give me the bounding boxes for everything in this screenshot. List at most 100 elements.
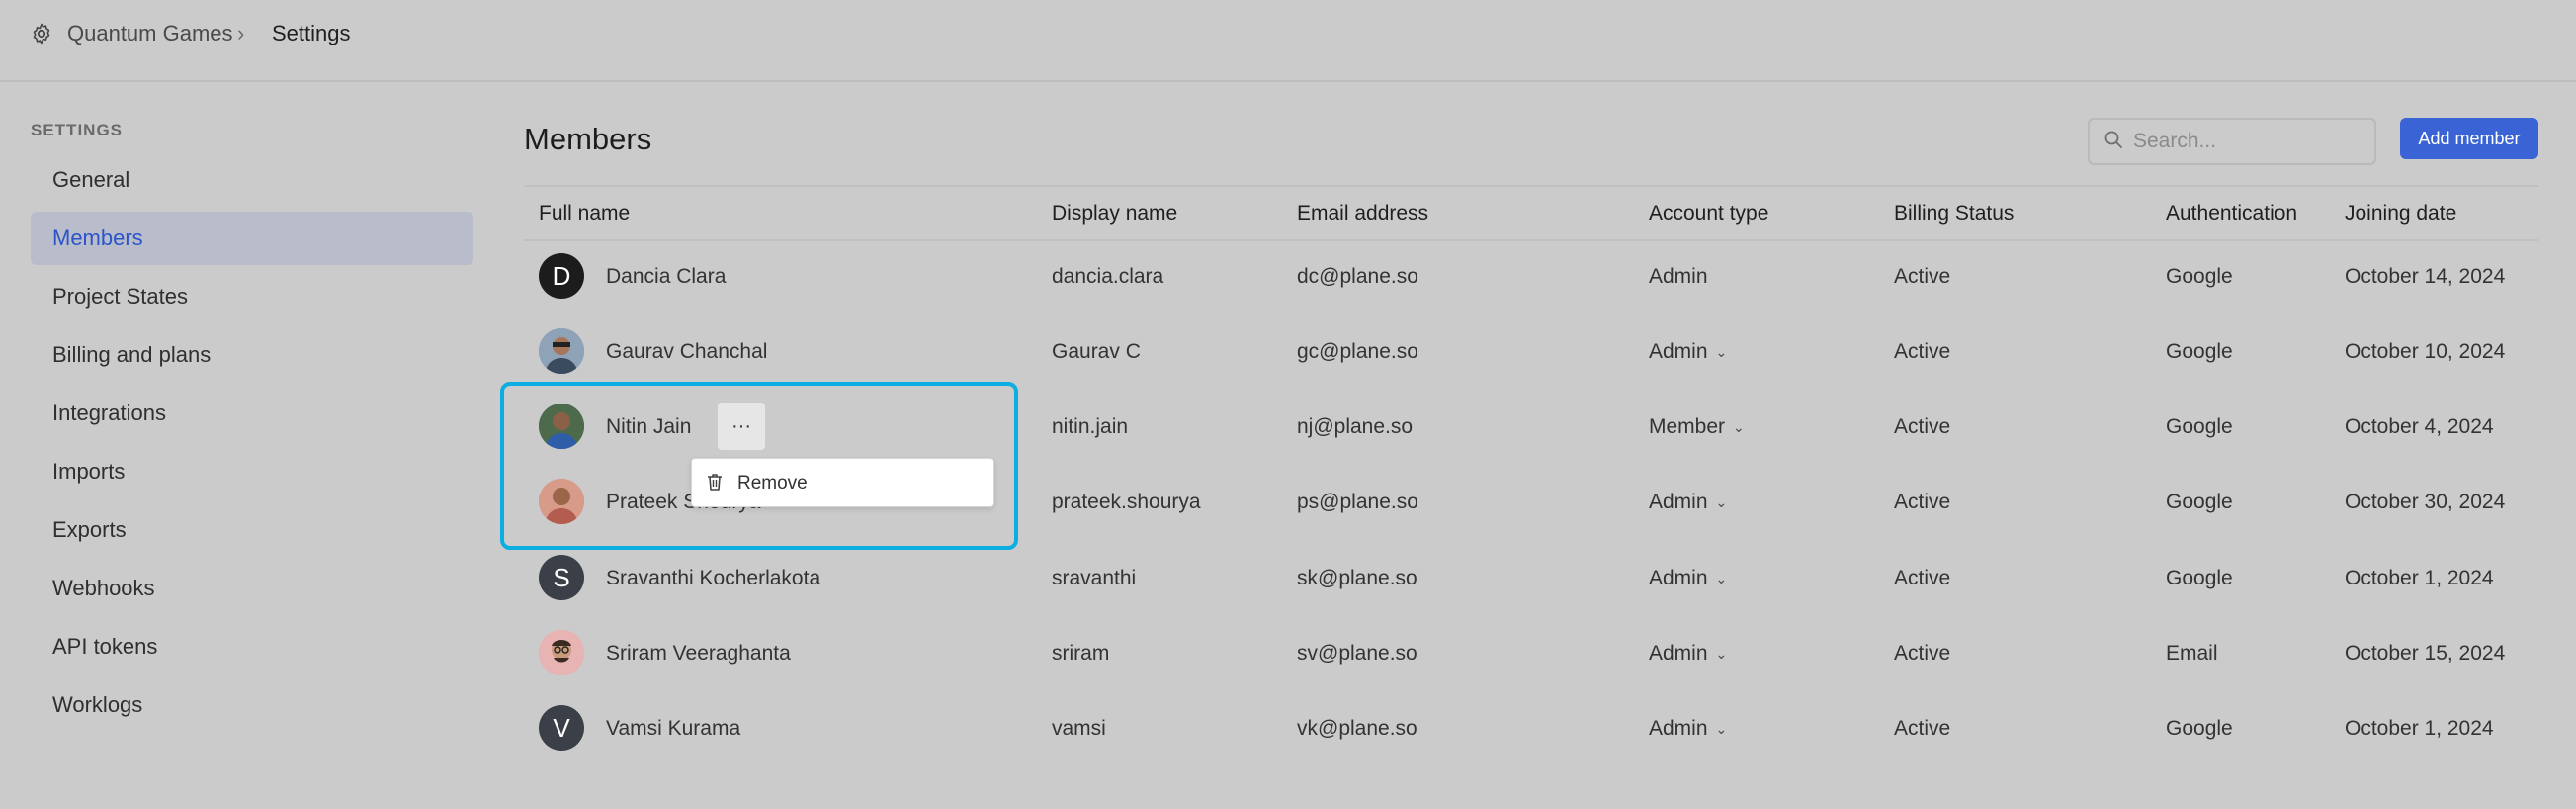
- member-authentication: Google: [2166, 717, 2233, 740]
- member-account-type: Member: [1649, 415, 1726, 438]
- column-header-email[interactable]: Email address: [1297, 202, 1428, 225]
- row-actions-button[interactable]: ···: [718, 403, 765, 450]
- trash-icon: [706, 472, 724, 496]
- divider: [524, 185, 2538, 187]
- chevron-down-icon: ⌄: [1715, 343, 1728, 360]
- member-billing-status: Active: [1894, 265, 1951, 288]
- sidebar-item-project-states[interactable]: Project States: [31, 270, 473, 323]
- chevron-down-icon: ⌄: [1733, 418, 1745, 435]
- sidebar-item-exports[interactable]: Exports: [31, 503, 473, 557]
- sidebar-item-label: Members: [52, 225, 143, 250]
- sidebar-item-integrations[interactable]: Integrations: [31, 387, 473, 440]
- divider: [524, 239, 2538, 241]
- breadcrumb-current-page: Settings: [272, 21, 351, 45]
- column-header-display-name[interactable]: Display name: [1052, 202, 1177, 225]
- member-joining-date: October 4, 2024: [2345, 415, 2494, 438]
- avatar: [539, 630, 584, 675]
- member-email: sv@plane.so: [1297, 642, 1417, 665]
- member-display-name: sriram: [1052, 642, 1110, 665]
- menu-item-label: Remove: [737, 473, 808, 494]
- member-joining-date: October 10, 2024: [2345, 340, 2506, 363]
- sidebar-item-label: Project States: [52, 284, 188, 309]
- search-box[interactable]: [2088, 118, 2376, 165]
- sidebar-item-label: Worklogs: [52, 692, 143, 717]
- page-title: Members: [524, 122, 652, 156]
- member-authentication: Google: [2166, 265, 2233, 288]
- member-display-name: vamsi: [1052, 717, 1106, 740]
- chevron-down-icon: ⌄: [1715, 720, 1728, 737]
- member-billing-status: Active: [1894, 642, 1951, 665]
- search-input[interactable]: [2133, 130, 2361, 153]
- column-header-billing-status[interactable]: Billing Status: [1894, 202, 2014, 225]
- column-header-full-name[interactable]: Full name: [539, 202, 630, 225]
- member-authentication: Google: [2166, 415, 2233, 438]
- sidebar-heading: SETTINGS: [31, 121, 124, 139]
- member-billing-status: Active: [1894, 717, 1951, 740]
- member-display-name: prateek.shourya: [1052, 491, 1201, 513]
- row-actions-menu: Remove: [691, 458, 994, 507]
- sidebar-item-label: General: [52, 167, 130, 192]
- member-authentication: Google: [2166, 567, 2233, 589]
- member-email: sk@plane.so: [1297, 567, 1417, 589]
- sidebar-item-general[interactable]: General: [31, 153, 473, 207]
- member-account-type: Admin: [1649, 642, 1708, 665]
- member-joining-date: October 30, 2024: [2345, 491, 2506, 513]
- sidebar-item-label: API tokens: [52, 634, 158, 659]
- sidebar-item-members[interactable]: Members: [31, 212, 473, 265]
- member-display-name: nitin.jain: [1052, 415, 1129, 438]
- member-joining-date: October 1, 2024: [2345, 567, 2494, 589]
- member-account-type: Admin: [1649, 567, 1708, 589]
- member-authentication: Google: [2166, 491, 2233, 513]
- member-full-name: Vamsi Kurama: [606, 717, 741, 740]
- account-type-dropdown[interactable]: Admin ⌄: [1649, 340, 1727, 364]
- chevron-right-icon: ›: [237, 21, 245, 45]
- top-bar: Quantum Games › Settings: [0, 0, 2576, 82]
- avatar: D: [539, 253, 584, 299]
- member-joining-date: October 15, 2024: [2345, 642, 2506, 665]
- member-authentication: Email: [2166, 642, 2218, 665]
- member-email: vk@plane.so: [1297, 717, 1417, 740]
- account-type-dropdown[interactable]: Admin ⌄: [1649, 642, 1727, 666]
- member-joining-date: October 1, 2024: [2345, 717, 2494, 740]
- member-display-name: sravanthi: [1052, 567, 1137, 589]
- column-header-joining-date[interactable]: Joining date: [2345, 202, 2456, 225]
- member-billing-status: Active: [1894, 567, 1951, 589]
- member-account-type: Admin: [1649, 265, 1708, 288]
- member-authentication: Google: [2166, 340, 2233, 363]
- sidebar-item-label: Imports: [52, 459, 126, 484]
- chevron-down-icon: ⌄: [1715, 645, 1728, 662]
- breadcrumb-workspace[interactable]: Quantum Games: [67, 21, 233, 45]
- sidebar-item-label: Exports: [52, 517, 127, 542]
- account-type-dropdown[interactable]: Admin ⌄: [1649, 717, 1727, 741]
- member-display-name: dancia.clara: [1052, 265, 1164, 288]
- column-header-account-type[interactable]: Account type: [1649, 202, 1768, 225]
- account-type-dropdown[interactable]: Member ⌄: [1649, 415, 1745, 439]
- avatar: V: [539, 705, 584, 751]
- remove-member-menu-item[interactable]: Remove: [692, 459, 995, 508]
- sidebar-item-api-tokens[interactable]: API tokens: [31, 620, 473, 674]
- member-full-name: Sriram Veeraghanta: [606, 642, 791, 665]
- member-email: ps@plane.so: [1297, 491, 1418, 513]
- column-header-authentication[interactable]: Authentication: [2166, 202, 2297, 225]
- sidebar-item-label: Integrations: [52, 401, 166, 425]
- account-type-dropdown[interactable]: Admin ⌄: [1649, 567, 1727, 590]
- member-email: gc@plane.so: [1297, 340, 1418, 363]
- member-full-name: Sravanthi Kocherlakota: [606, 567, 821, 589]
- member-display-name: Gaurav C: [1052, 340, 1141, 363]
- member-email: dc@plane.so: [1297, 265, 1418, 288]
- sidebar-item-imports[interactable]: Imports: [31, 445, 473, 498]
- add-member-button[interactable]: Add member: [2400, 118, 2538, 159]
- sidebar-item-billing[interactable]: Billing and plans: [31, 328, 473, 382]
- member-billing-status: Active: [1894, 340, 1951, 363]
- member-full-name: Dancia Clara: [606, 265, 727, 288]
- member-email: nj@plane.so: [1297, 415, 1414, 438]
- chevron-down-icon: ⌄: [1715, 570, 1728, 586]
- sidebar-item-worklogs[interactable]: Worklogs: [31, 678, 473, 732]
- settings-gear-icon: [30, 22, 55, 45]
- sidebar-item-webhooks[interactable]: Webhooks: [31, 562, 473, 615]
- sidebar-item-label: Webhooks: [52, 576, 155, 600]
- search-icon: [2104, 130, 2123, 154]
- avatar: S: [539, 555, 584, 600]
- account-type-dropdown[interactable]: Admin ⌄: [1649, 491, 1727, 514]
- chevron-down-icon: ⌄: [1715, 494, 1728, 510]
